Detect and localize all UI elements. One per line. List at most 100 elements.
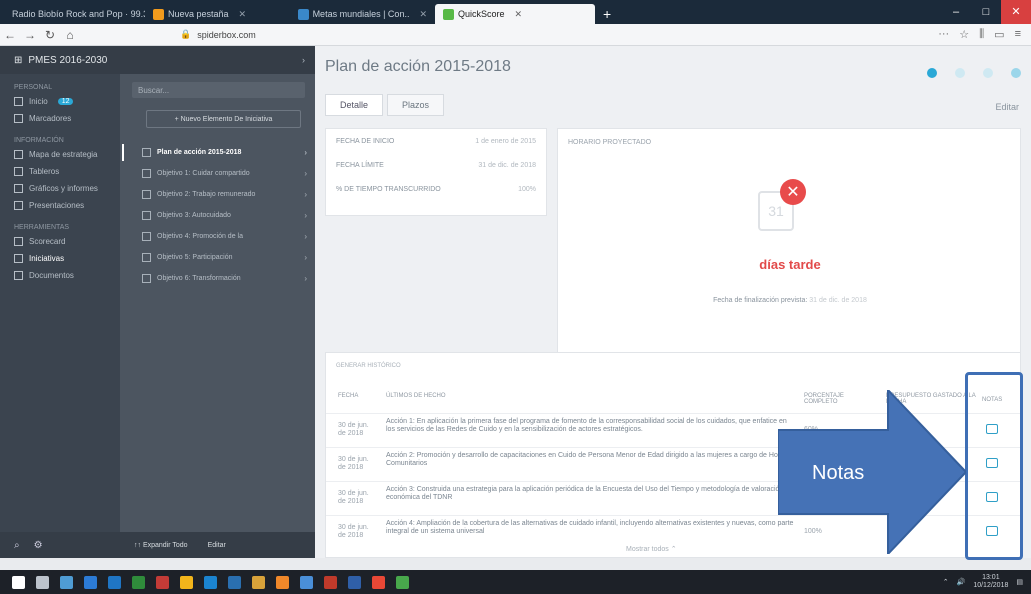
bookmark-star-icon[interactable]: ☆ — [959, 28, 969, 41]
tree-item[interactable]: Objetivo 4: Promoción de la › — [120, 226, 315, 247]
settings-icon[interactable]: ⚙ — [34, 540, 43, 551]
sidebar-item[interactable]: Scorecard — [0, 233, 120, 250]
chevron-right-icon[interactable]: › — [304, 169, 307, 178]
taskbar-app-icon[interactable] — [300, 575, 313, 589]
tab-detalle[interactable]: Detalle — [325, 94, 384, 116]
app-sidebar: ⊞ PMES 2016-2030 Personal Inicio 12 Marcado… — [0, 46, 120, 558]
date-field-value: 100% — [518, 185, 536, 193]
tree-item[interactable]: Objetivo 2: Trabajo remunerado › — [120, 184, 315, 205]
browser-toolbar-right: ··· ☆ ⫼ ▭ ≡ — [938, 28, 1031, 41]
tree-item[interactable]: Objetivo 5: Participación › — [120, 247, 315, 268]
chevron-right-icon[interactable]: › — [304, 190, 307, 199]
network-icon[interactable]: ⌃ — [943, 578, 949, 586]
days-late-text: días tarde — [759, 257, 821, 272]
edit-tree-button[interactable]: Editar — [208, 542, 226, 549]
info-icon[interactable] — [955, 68, 965, 78]
tab-plazos[interactable]: Plazos — [387, 94, 445, 116]
chevron-right-icon[interactable]: › — [304, 211, 307, 220]
sidebar-item-label: Presentaciones — [29, 201, 85, 210]
sidebar-item[interactable]: Tableros — [0, 163, 120, 180]
sidebar-item[interactable]: Iniciativas — [0, 250, 120, 267]
forward-icon[interactable]: → — [20, 28, 40, 42]
windows-taskbar: ⌃ 🔊 13:01 10/12/2018 ▤ — [0, 570, 1031, 594]
close-tab-icon[interactable]: ✕ — [419, 9, 427, 20]
tree-search-input[interactable]: Buscar... — [132, 82, 305, 98]
browser-tab[interactable]: QuickScore ✕ — [435, 4, 595, 24]
library-icon[interactable]: ⫼ — [979, 28, 984, 41]
sidebar-item[interactable]: Presentaciones — [0, 197, 120, 214]
new-initiative-button[interactable]: + Nuevo Elemento De Iniciativa — [146, 110, 301, 128]
taskbar-app-icon[interactable] — [348, 575, 361, 589]
taskbar-app-icon[interactable] — [180, 575, 193, 589]
sidebar-item-label: Iniciativas — [29, 254, 65, 263]
home-icon[interactable]: ⌂ — [60, 28, 80, 42]
lock-icon: 🔒 — [180, 29, 192, 39]
chevron-right-icon[interactable]: › — [304, 232, 307, 241]
notifications-icon[interactable]: ▤ — [1016, 578, 1023, 586]
tree-item[interactable]: Objetivo 6: Transformación › — [120, 268, 315, 289]
close-tab-icon[interactable]: ✕ — [239, 9, 247, 20]
sidebar-icon[interactable]: ▭ — [994, 28, 1004, 41]
start-windows-icon[interactable] — [12, 575, 25, 589]
taskbar-app-icon[interactable] — [276, 575, 289, 589]
taskbar-app-icon[interactable] — [36, 575, 49, 589]
menu-icon[interactable]: ≡ — [1015, 28, 1021, 41]
tree-item[interactable]: Objetivo 1: Cuidar compartido › — [120, 163, 315, 184]
clock-time: 13:01 — [982, 574, 1000, 581]
sidebar-item[interactable]: Gráficos y informes — [0, 180, 120, 197]
browser-tab[interactable]: Radio Biobío Rock and Pop · 99.3 M✕ — [0, 4, 145, 24]
reload-icon[interactable]: ↻ — [40, 28, 60, 42]
edit-button[interactable]: Editar — [995, 102, 1019, 112]
clock-date: 10/12/2018 — [973, 582, 1009, 589]
date-field-value: 1 de enero de 2015 — [475, 137, 536, 145]
taskbar-app-icon[interactable] — [60, 575, 73, 589]
nav-icon — [14, 201, 23, 210]
sidebar-section-label: Herramientas — [14, 224, 70, 231]
tree-item-label: Plan de acción 2015-2018 — [157, 149, 242, 156]
volume-icon[interactable]: 🔊 — [957, 578, 966, 586]
taskbar-app-icon[interactable] — [108, 575, 121, 589]
sidebar-item[interactable]: Mapa de estrategia — [0, 146, 120, 163]
page-actions-icon[interactable]: ··· — [938, 28, 949, 41]
chevron-right-icon[interactable]: › — [304, 253, 307, 262]
tree-item[interactable]: Objetivo 3: Autocuidado › — [120, 205, 315, 226]
close-tab-icon[interactable]: ✕ — [515, 9, 523, 20]
browser-tab-label: Nueva pestaña — [168, 9, 229, 19]
user-icon[interactable] — [1011, 68, 1021, 78]
taskbar-app-icon[interactable] — [228, 575, 241, 589]
notes-column-highlight — [965, 372, 1023, 560]
sidebar-item[interactable]: Inicio 12 — [0, 93, 120, 110]
sidebar-item[interactable]: Marcadores — [0, 110, 120, 127]
taskbar-app-icon[interactable] — [252, 575, 265, 589]
new-tab-button[interactable]: + — [595, 4, 619, 24]
back-icon[interactable]: ← — [0, 28, 20, 42]
sidebar-item[interactable]: Documentos — [0, 267, 120, 284]
browser-tab[interactable]: Metas mundiales | Con.. ✕ — [290, 4, 435, 24]
taskbar-app-icon[interactable] — [84, 575, 97, 589]
help-icon[interactable] — [983, 68, 993, 78]
tree-collapse[interactable]: › — [120, 46, 315, 74]
date-field-row: FECHA DE INICIO 1 de enero de 2015 — [326, 129, 546, 153]
taskbar-app-icon[interactable] — [156, 575, 169, 589]
expand-all-button[interactable]: ↑↑ Expandir Todo — [134, 542, 188, 549]
chevron-right-icon[interactable]: › — [304, 148, 307, 157]
clock[interactable]: 13:01 10/12/2018 — [973, 574, 1008, 590]
nav-icon — [14, 254, 23, 263]
taskbar-app-icon[interactable] — [132, 575, 145, 589]
close-window-button[interactable]: ✕ — [1001, 0, 1031, 24]
sidebar-item-label: Scorecard — [29, 237, 66, 246]
taskbar-app-icon[interactable] — [324, 575, 337, 589]
url-bar[interactable]: 🔒 spiderbox.com — [180, 27, 860, 43]
minimize-button[interactable]: – — [941, 6, 971, 18]
maximize-button[interactable]: □ — [971, 6, 1001, 18]
settings-gear-icon[interactable] — [927, 68, 937, 78]
tree-item[interactable]: Plan de acción 2015-2018 › — [120, 142, 315, 163]
taskbar-app-icon[interactable] — [204, 575, 217, 589]
chevron-right-icon[interactable]: › — [304, 274, 307, 283]
browser-tab[interactable]: Nueva pestaña ✕ — [145, 4, 290, 24]
taskbar-app-icon[interactable] — [396, 575, 409, 589]
search-icon[interactable]: ⌕ — [14, 540, 20, 551]
selected-marker — [122, 144, 124, 161]
show-all-link[interactable]: Mostrar todos ⌃ — [626, 545, 677, 553]
taskbar-app-icon[interactable] — [372, 575, 385, 589]
